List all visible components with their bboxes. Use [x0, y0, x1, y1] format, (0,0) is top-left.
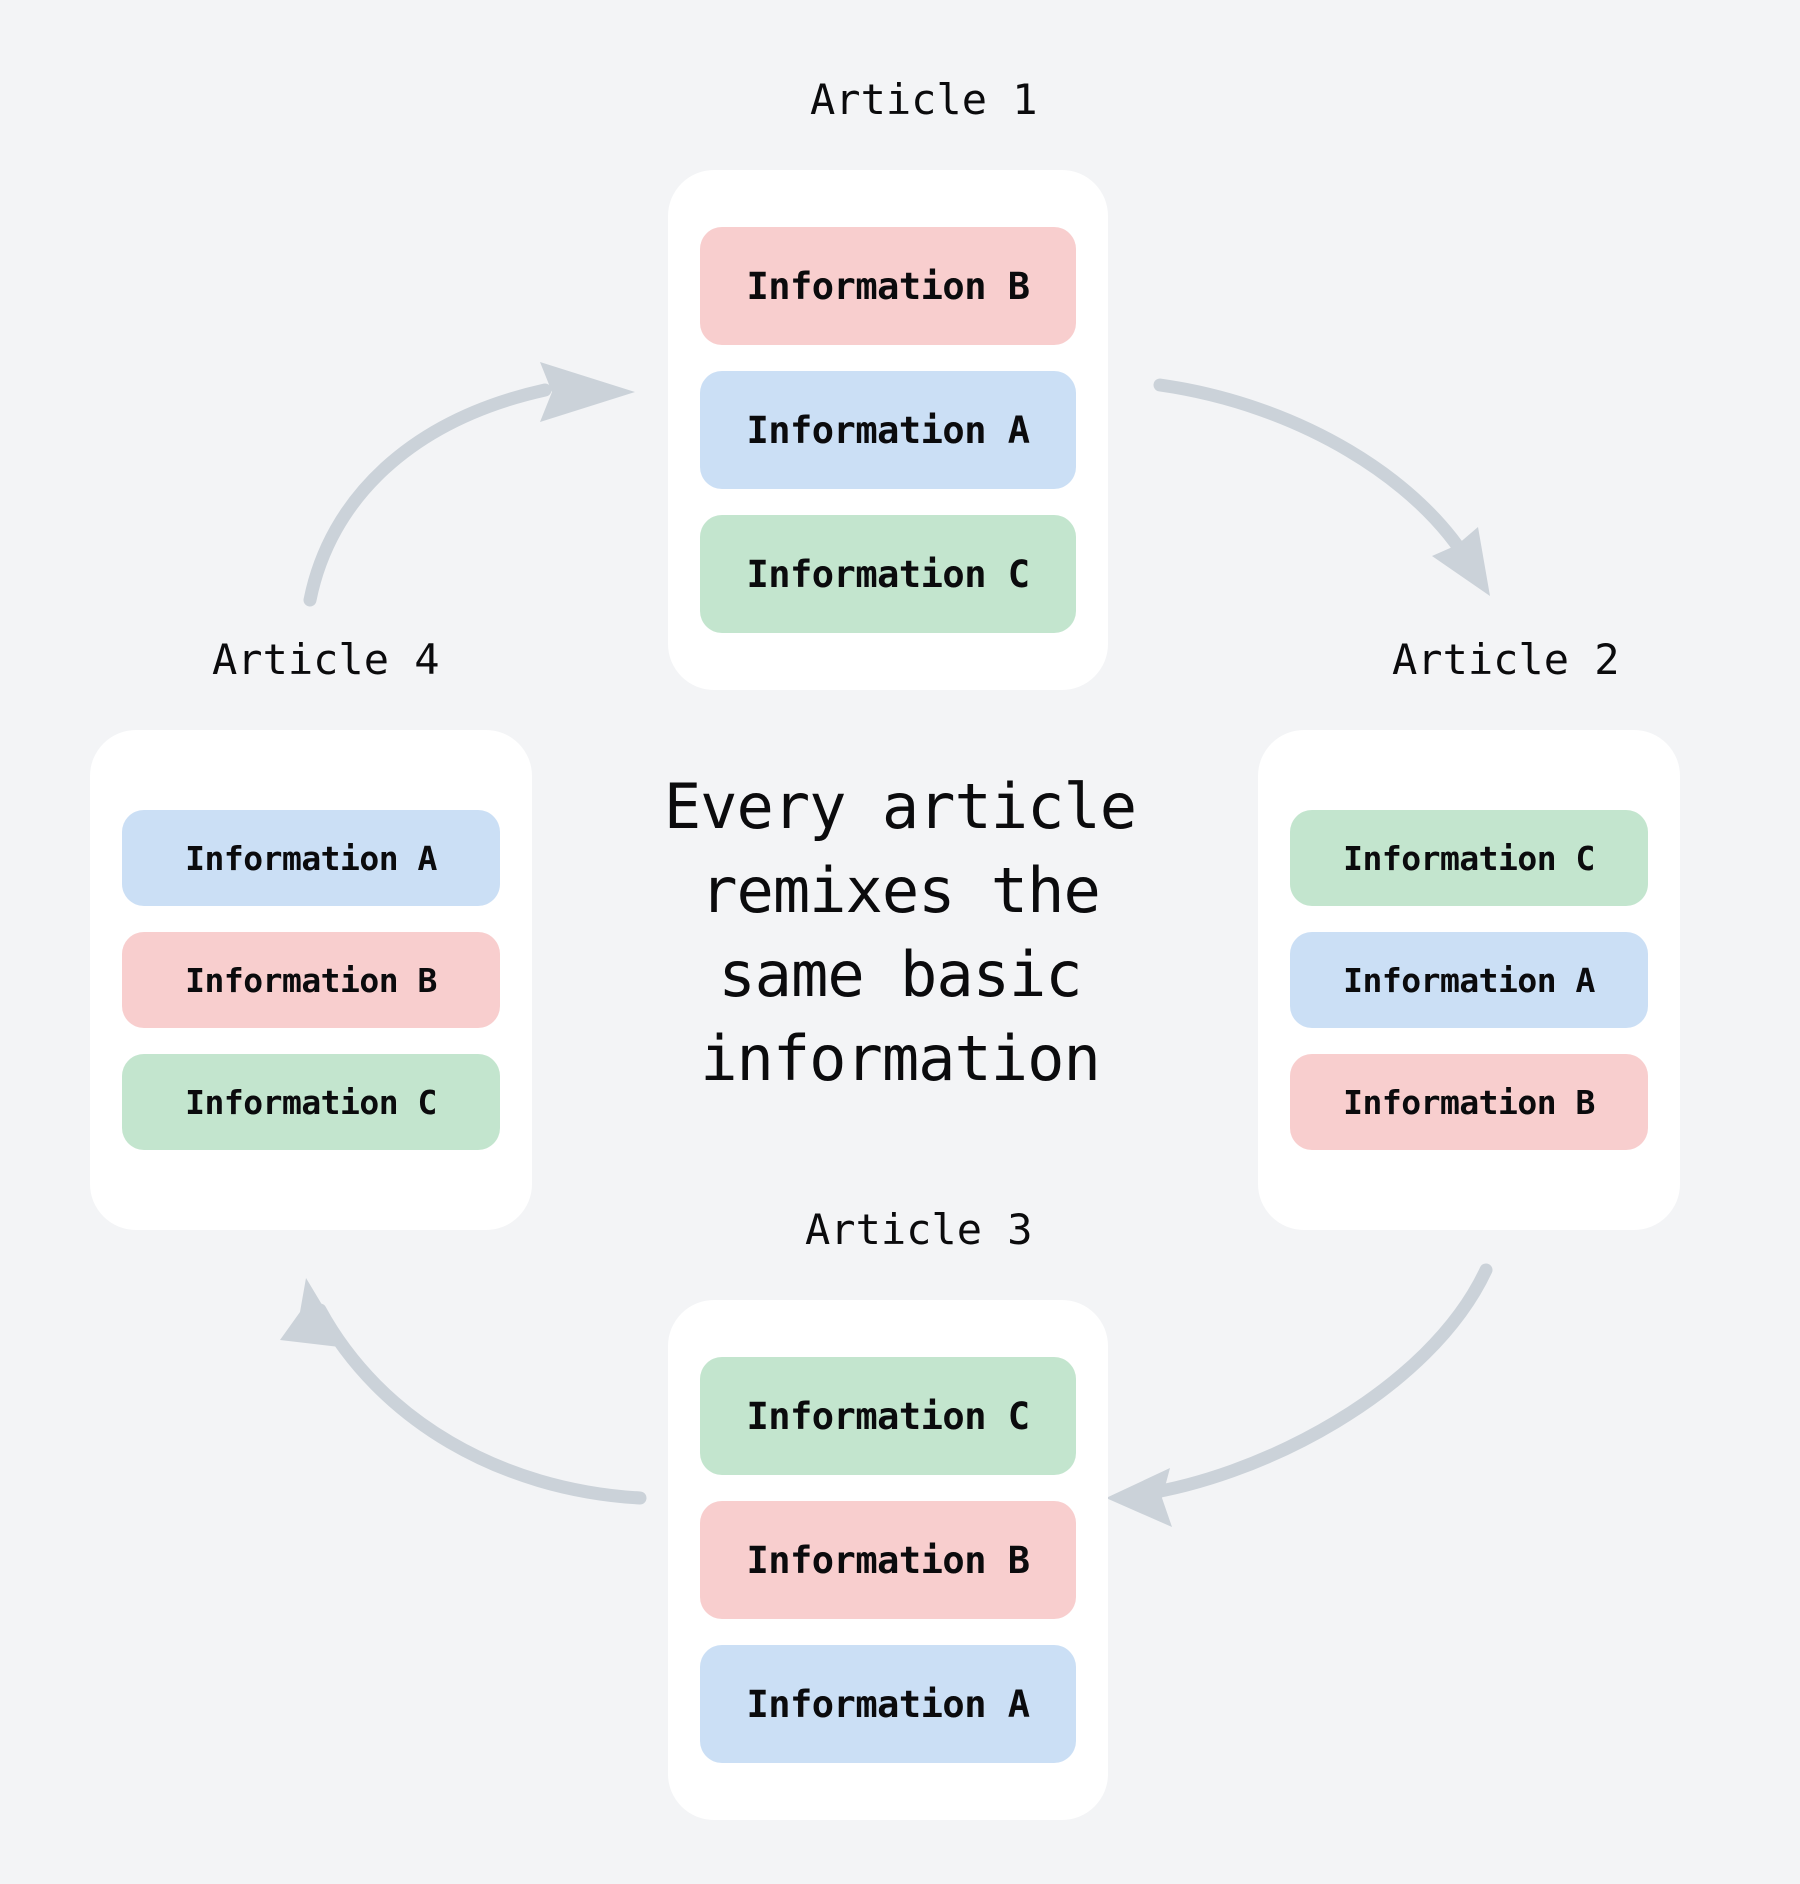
card-label-article-4: Article 4: [212, 635, 440, 684]
article-card-2[interactable]: Information C Information A Information …: [1258, 730, 1680, 1230]
card-label-article-3: Article 3: [805, 1205, 1033, 1254]
info-pill[interactable]: Information B: [700, 1501, 1076, 1619]
card-label-article-1: Article 1: [810, 75, 1038, 124]
info-pill[interactable]: Information C: [700, 1357, 1076, 1475]
arrow-article4-to-article1: [303, 362, 635, 607]
info-pill[interactable]: Information B: [122, 932, 500, 1028]
info-pill[interactable]: Information C: [122, 1054, 500, 1150]
diagram-canvas: Article 1 Information B Information A In…: [0, 0, 1800, 1884]
arrow-article2-to-article3: [1106, 1263, 1493, 1527]
card-label-article-2: Article 2: [1392, 635, 1620, 684]
info-pill[interactable]: Information A: [122, 810, 500, 906]
info-pill[interactable]: Information C: [700, 515, 1076, 633]
info-pill[interactable]: Information B: [1290, 1054, 1648, 1150]
info-pill[interactable]: Information A: [700, 371, 1076, 489]
info-pill[interactable]: Information A: [700, 1645, 1076, 1763]
center-caption: Every article remixes the same basic inf…: [663, 770, 1137, 1095]
arrow-article3-to-article4: [280, 1278, 647, 1505]
article-card-4[interactable]: Information A Information B Information …: [90, 730, 532, 1230]
article-card-3[interactable]: Information C Information B Information …: [668, 1300, 1108, 1820]
info-pill[interactable]: Information C: [1290, 810, 1648, 906]
article-card-1[interactable]: Information B Information A Information …: [668, 170, 1108, 690]
info-pill[interactable]: Information A: [1290, 932, 1648, 1028]
info-pill[interactable]: Information B: [700, 227, 1076, 345]
arrow-article1-to-article2: [1153, 378, 1490, 596]
